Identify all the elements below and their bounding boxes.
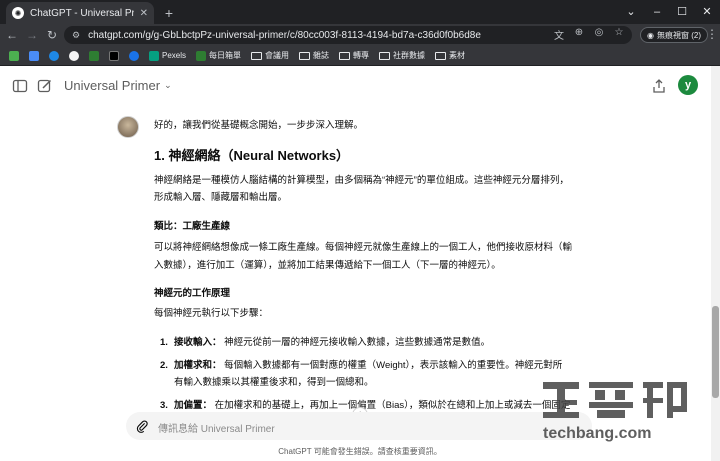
bookmarks-bar: Pexels 每日箱單 會議用 雜誌 轉專 社群數據 素材: [0, 46, 720, 66]
bookmark-icon-2[interactable]: [46, 48, 62, 64]
chatgpt-favicon-icon: ✺: [12, 7, 24, 19]
model-name: Universal Primer: [64, 78, 161, 93]
para1-line1: 神經網絡是一種模仿人腦結構的計算模型，由多個稱為“神經元”的單位組成。這些神經元…: [154, 175, 569, 186]
address-bar[interactable]: ⚙ chatgpt.com/g/g-GbLbctpPz-universal-pr…: [64, 26, 632, 44]
browser-tab-strip: ✺ ChatGPT - Universal Primer ✕ + ⌄ – ☐ ✕: [0, 0, 720, 24]
conversation-area: 好的，讓我們從基礎概念開始，一步步深入理解。 1. 神經網絡（Neural Ne…: [0, 106, 720, 412]
bookmark-icon-3[interactable]: [66, 48, 82, 64]
subheading-neuron: 神經元的工作原理: [154, 288, 231, 299]
profile-label: 無痕視窗 (2): [656, 30, 701, 40]
folder-icon: [435, 51, 447, 60]
folder-icon: [251, 51, 263, 60]
chevron-down-icon: ⌄: [164, 80, 172, 90]
bookmark-star-icon[interactable]: ☆: [612, 27, 626, 42]
reload-icon[interactable]: ↻: [44, 27, 60, 43]
minimize-button[interactable]: –: [648, 3, 666, 21]
translate-icon[interactable]: 文: [552, 27, 566, 42]
message-intro: 好的，讓我們從基礎概念開始，一步步深入理解。: [154, 120, 364, 131]
bookmark-folder-transfer[interactable]: 轉專: [336, 48, 372, 64]
bookmark-folder-magazine[interactable]: 雜誌: [296, 48, 332, 64]
para1-line2: 形成輸入層、隱藏層和輸出層。: [154, 192, 288, 203]
close-window-button[interactable]: ✕: [698, 3, 716, 21]
bookmark-folder-social[interactable]: 社群數據: [376, 48, 428, 64]
url-text: chatgpt.com/g/g-GbLbctpPz-universal-prim…: [88, 29, 481, 41]
incognito-icon: ◉: [647, 30, 654, 40]
bookmark-icon-5[interactable]: [106, 48, 122, 64]
bookmark-icon-6[interactable]: [126, 48, 142, 64]
list-item-continuation: 有輸入數據乘以其權重後求和，得到一個總和。: [174, 377, 374, 388]
scrollbar-thumb[interactable]: [712, 306, 719, 398]
site-info-icon[interactable]: ⚙: [72, 30, 80, 41]
techbang-watermark-logo: techbang.com: [543, 382, 687, 442]
eye-off-icon[interactable]: ◎: [592, 27, 606, 42]
browser-toolbar: ← → ↻ ⚙ chatgpt.com/g/g-GbLbctpPz-univer…: [0, 24, 720, 46]
bookmark-pexels[interactable]: Pexels: [146, 48, 189, 64]
share-icon[interactable]: [651, 78, 667, 94]
new-chat-icon[interactable]: [37, 78, 53, 94]
bookmark-daily[interactable]: 每日箱單: [193, 48, 244, 64]
gpt-avatar-icon: [117, 116, 139, 138]
message-heading: 1. 神經網絡（Neural Networks）: [154, 148, 350, 163]
back-arrow-icon[interactable]: ←: [4, 27, 20, 43]
composer-placeholder: 傳訊息給 Universal Primer: [158, 424, 275, 435]
page-scrollbar[interactable]: [711, 66, 720, 461]
apps-icon[interactable]: [6, 48, 22, 64]
bookmark-folder-meeting[interactable]: 會議用: [248, 48, 292, 64]
attach-paperclip-icon[interactable]: [135, 419, 149, 433]
zoom-icon[interactable]: ⊕: [572, 27, 586, 42]
folder-icon: [379, 51, 391, 60]
folder-icon: [299, 51, 311, 60]
tab-close-icon[interactable]: ✕: [140, 8, 148, 19]
bookmark-folder-assets[interactable]: 素材: [432, 48, 468, 64]
para3: 每個神經元執行以下步驟：: [154, 308, 269, 319]
user-avatar[interactable]: y: [678, 75, 698, 95]
para2-line1: 可以將神經網絡想像成一條工廠生產線。每個神經元就像生產線上的一個工人，他們接收原…: [154, 242, 573, 253]
browser-menu-icon[interactable]: ⋮: [706, 27, 718, 41]
message-composer[interactable]: 傳訊息給 Universal Primer: [126, 412, 592, 440]
new-tab-button[interactable]: +: [160, 4, 178, 22]
para2-line2: 入數據），進行加工（運算），並將加工結果傳遞給下一個工人（下一層的神經元）。: [154, 260, 501, 271]
incognito-profile-button[interactable]: ◉ 無痕視窗 (2): [640, 27, 708, 43]
maximize-button[interactable]: ☐: [673, 3, 691, 21]
browser-tab-chatgpt[interactable]: ✺ ChatGPT - Universal Primer ✕: [6, 2, 154, 24]
model-selector[interactable]: Universal Primer ⌄: [64, 78, 172, 93]
bookmark-icon-1[interactable]: [26, 48, 42, 64]
chat-header: Universal Primer ⌄ y: [0, 66, 720, 106]
bookmark-icon-4[interactable]: [86, 48, 102, 64]
tab-search-icon[interactable]: ⌄: [622, 3, 640, 21]
svg-text:techbang.com: techbang.com: [543, 425, 651, 442]
folder-icon: [339, 51, 351, 60]
disclaimer-text: ChatGPT 可能會發生錯誤。請查核重要資訊。: [278, 447, 442, 456]
forward-arrow-icon[interactable]: →: [24, 27, 40, 43]
subheading-analogy: 類比：工廠生產線: [154, 221, 231, 232]
tab-title: ChatGPT - Universal Primer: [30, 7, 134, 19]
sidebar-toggle-icon[interactable]: [12, 78, 28, 94]
